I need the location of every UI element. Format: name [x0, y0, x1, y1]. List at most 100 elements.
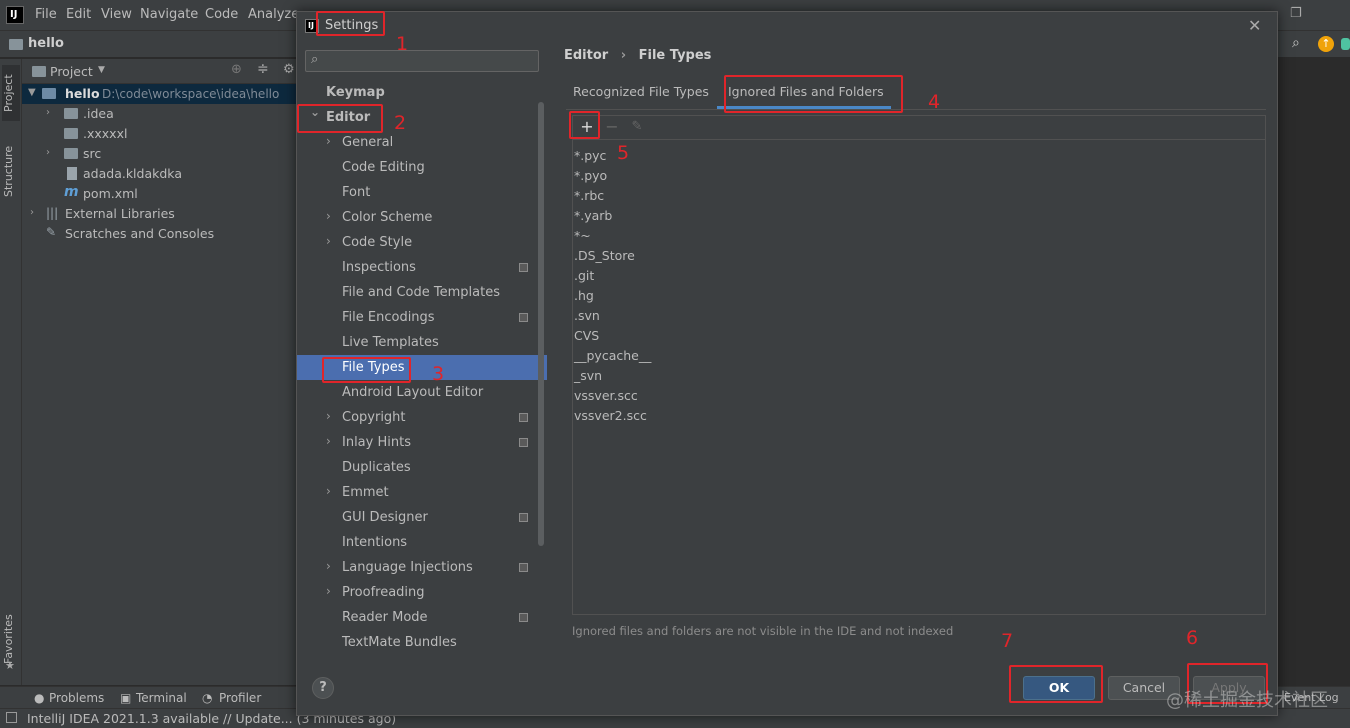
settings-tree-item[interactable]: File Encodings: [297, 305, 547, 330]
star-icon: ★: [5, 659, 15, 672]
remove-button[interactable]: −: [602, 117, 622, 137]
settings-tree-item[interactable]: Keymap: [297, 80, 547, 105]
tree-item-idea[interactable]: › .idea: [22, 104, 300, 124]
chevron-right-icon[interactable]: ›: [326, 134, 331, 148]
chevron-right-icon[interactable]: ›: [46, 147, 50, 158]
chevron-right-icon[interactable]: ›: [46, 107, 50, 118]
settings-tree-item[interactable]: › Language Injections: [297, 555, 547, 580]
settings-tree-item[interactable]: Code Editing: [297, 155, 547, 180]
chevron-down-icon[interactable]: ▼: [28, 87, 36, 98]
tree-item-adada[interactable]: adada.kldakdka: [22, 164, 300, 184]
list-item[interactable]: __pycache__: [574, 346, 1264, 366]
restore-window-icon[interactable]: ❐: [1290, 6, 1302, 21]
settings-tree-label: Copyright: [342, 410, 406, 425]
tree-item-hello[interactable]: ▼ hello D:\code\workspace\idea\hello: [22, 84, 300, 104]
settings-tree-item[interactable]: Font: [297, 180, 547, 205]
settings-tree-item[interactable]: Reader Mode: [297, 605, 547, 630]
menu-file[interactable]: File: [35, 7, 57, 22]
chevron-right-icon[interactable]: ›: [326, 409, 331, 423]
settings-tree-item[interactable]: › General: [297, 130, 547, 155]
chevron-right-icon[interactable]: ›: [326, 234, 331, 248]
list-item[interactable]: .git: [574, 266, 1264, 286]
tree-item-external-libraries[interactable]: › ||| External Libraries: [22, 204, 300, 224]
tool-tab-structure[interactable]: Structure: [2, 139, 20, 203]
settings-tree-item[interactable]: Android Layout Editor: [297, 380, 547, 405]
menu-navigate[interactable]: Navigate: [140, 7, 198, 22]
list-item[interactable]: *.pyo: [574, 166, 1264, 186]
settings-tree-item[interactable]: Live Templates: [297, 330, 547, 355]
search-input[interactable]: [330, 52, 530, 70]
list-item[interactable]: vssver2.scc: [574, 406, 1264, 426]
menu-analyze[interactable]: Analyze: [248, 7, 299, 22]
settings-tree-item[interactable]: › Code Style: [297, 230, 547, 255]
menu-code[interactable]: Code: [205, 7, 238, 22]
settings-tree-item[interactable]: › Color Scheme: [297, 205, 547, 230]
settings-tree-label: Emmet: [342, 485, 389, 500]
project-scope-icon: [519, 613, 528, 622]
settings-tree-item[interactable]: TextMate Bundles: [297, 630, 547, 655]
annotation-number-4: 4: [928, 91, 941, 113]
update-icon[interactable]: ↑: [1318, 36, 1334, 52]
project-scope-icon: [519, 413, 528, 422]
list-item[interactable]: _svn: [574, 366, 1264, 386]
list-item[interactable]: *.pyc: [574, 146, 1264, 166]
settings-tree-item[interactable]: Intentions: [297, 530, 547, 555]
tree-item-scratches[interactable]: ✎ Scratches and Consoles: [22, 224, 300, 244]
tab-profiler[interactable]: Profiler: [219, 691, 261, 705]
nav-project-name[interactable]: hello: [28, 36, 64, 51]
tab-terminal[interactable]: Terminal: [136, 691, 187, 705]
project-scope-icon: [519, 263, 528, 272]
breadcrumb-editor[interactable]: Editor: [564, 48, 608, 63]
chevron-right-icon[interactable]: ›: [30, 207, 34, 218]
settings-tree-item[interactable]: › Proofreading: [297, 580, 547, 605]
tree-item-label: .idea: [83, 106, 114, 121]
settings-tree-item[interactable]: › Emmet: [297, 480, 547, 505]
project-tool-title[interactable]: Project: [50, 64, 93, 79]
tab-recognized-file-types[interactable]: Recognized File Types: [573, 84, 709, 99]
list-item[interactable]: *~: [574, 226, 1264, 246]
settings-tree-item[interactable]: Duplicates: [297, 455, 547, 480]
tree-item-pom[interactable]: m pom.xml: [22, 184, 300, 204]
chevron-right-icon[interactable]: ›: [326, 559, 331, 573]
edit-button[interactable]: ✎: [627, 117, 647, 137]
chevron-down-icon[interactable]: ▼: [98, 65, 105, 75]
chevron-right-icon[interactable]: ›: [326, 209, 331, 223]
settings-tree-label: Duplicates: [342, 460, 411, 475]
locate-icon[interactable]: ⊕: [231, 62, 242, 77]
settings-tree-item[interactable]: › Copyright: [297, 405, 547, 430]
settings-tree-label: General: [342, 135, 394, 150]
ignored-hint: Ignored files and folders are not visibl…: [572, 624, 954, 638]
search-everywhere-icon[interactable]: ⌕: [1292, 35, 1300, 51]
menu-view[interactable]: View: [101, 7, 132, 22]
tree-item-src[interactable]: › src: [22, 144, 300, 164]
list-item[interactable]: .hg: [574, 286, 1264, 306]
annotation-number-5: 5: [617, 142, 630, 164]
list-item[interactable]: .svn: [574, 306, 1264, 326]
list-item[interactable]: *.rbc: [574, 186, 1264, 206]
highlight-ok-button: [1009, 665, 1103, 703]
list-item[interactable]: CVS: [574, 326, 1264, 346]
list-item[interactable]: vssver.scc: [574, 386, 1264, 406]
tree-scrollbar[interactable]: [538, 102, 544, 546]
layout-icon[interactable]: [6, 712, 17, 723]
collapse-all-icon[interactable]: ≑: [257, 61, 269, 77]
gear-icon[interactable]: ⚙: [283, 62, 295, 77]
chevron-right-icon[interactable]: ›: [326, 434, 331, 448]
menu-edit[interactable]: Edit: [66, 7, 91, 22]
list-item[interactable]: *.yarb: [574, 206, 1264, 226]
close-icon[interactable]: ✕: [1248, 16, 1261, 35]
file-types-tabs: Recognized File Types Ignored Files and …: [566, 78, 1266, 110]
tool-tab-project[interactable]: Project: [2, 65, 20, 121]
help-button[interactable]: ?: [312, 677, 334, 699]
settings-tree-item[interactable]: › Inlay Hints: [297, 430, 547, 455]
settings-tree-item[interactable]: File and Code Templates: [297, 280, 547, 305]
project-scope-icon: [519, 438, 528, 447]
settings-tree-item[interactable]: GUI Designer: [297, 505, 547, 530]
chevron-right-icon[interactable]: ›: [326, 584, 331, 598]
chevron-right-icon[interactable]: ›: [326, 484, 331, 498]
folder-icon: [64, 148, 78, 159]
tab-problems[interactable]: Problems: [49, 691, 104, 705]
tree-item-xxxxxl[interactable]: .xxxxxl: [22, 124, 300, 144]
list-item[interactable]: .DS_Store: [574, 246, 1264, 266]
settings-tree-item[interactable]: Inspections: [297, 255, 547, 280]
